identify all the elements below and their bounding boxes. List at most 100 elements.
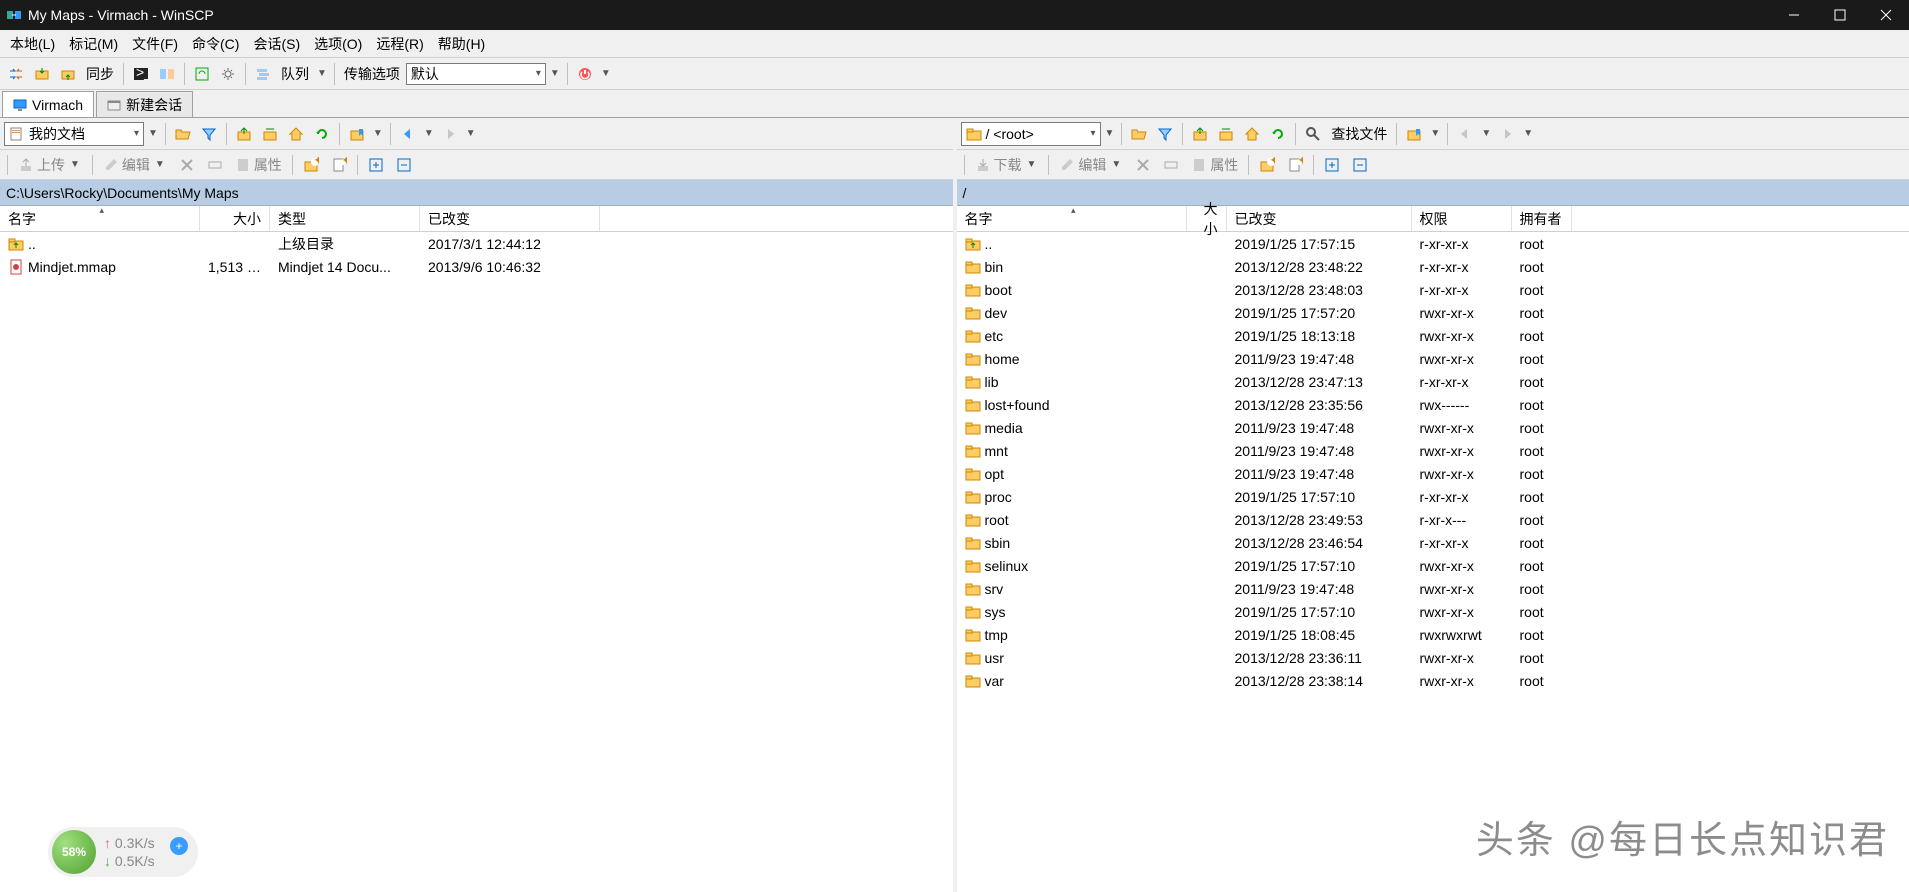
rename-icon[interactable] (1158, 153, 1184, 177)
file-row[interactable]: home2011/9/23 19:47:48rwxr-xr-xroot (957, 347, 1909, 370)
file-row[interactable]: srv2011/9/23 19:47:48rwxr-xr-xroot (957, 577, 1909, 600)
file-row[interactable]: opt2011/9/23 19:47:48rwxr-xr-xroot (957, 462, 1909, 485)
open-folder-icon[interactable] (1127, 122, 1151, 146)
home-icon[interactable] (1240, 122, 1264, 146)
file-row[interactable]: sys2019/1/25 17:57:10rwxr-xr-xroot (957, 600, 1909, 623)
parent-dir-icon[interactable] (232, 122, 256, 146)
file-row[interactable]: lost+found2013/12/28 23:35:56rwx------ro… (957, 393, 1909, 416)
menu-item[interactable]: 本地(L) (4, 32, 61, 56)
col-name[interactable]: 名字▴ (0, 206, 200, 231)
col-owner[interactable]: 拥有者 (1512, 206, 1572, 231)
rename-icon[interactable] (202, 153, 228, 177)
col-changed[interactable]: 已改变 (1227, 206, 1412, 231)
bookmark-icon[interactable] (345, 122, 369, 146)
new-file-icon[interactable]: ✦ (1282, 153, 1308, 177)
terminal-icon[interactable]: >_ (129, 62, 153, 86)
file-row[interactable]: tmp2019/1/25 18:08:45rwxrwxrwtroot (957, 623, 1909, 646)
menu-item[interactable]: 命令(C) (186, 32, 245, 56)
remote-path[interactable]: / (957, 180, 1909, 206)
menu-item[interactable]: 帮助(H) (432, 32, 491, 56)
file-row[interactable]: proc2019/1/25 17:57:10r-xr-xr-xroot (957, 485, 1909, 508)
new-folder-icon[interactable]: ✦ (1254, 153, 1280, 177)
home-icon[interactable] (284, 122, 308, 146)
remote-drive-combo[interactable]: / <root> (961, 122, 1101, 146)
root-dir-icon[interactable] (1214, 122, 1238, 146)
refresh-icon[interactable] (310, 122, 334, 146)
menu-item[interactable]: 会话(S) (247, 32, 306, 56)
col-name[interactable]: 名字▴ (957, 206, 1187, 231)
transfer-preset-combo[interactable]: 默认 (406, 63, 546, 85)
file-row[interactable]: boot2013/12/28 23:48:03r-xr-xr-xroot (957, 278, 1909, 301)
file-row[interactable]: mnt2011/9/23 19:47:48rwxr-xr-xroot (957, 439, 1909, 462)
menu-item[interactable]: 文件(F) (126, 32, 184, 56)
back-icon[interactable] (1453, 122, 1477, 146)
settings-icon[interactable] (216, 62, 240, 86)
forward-icon[interactable] (1495, 122, 1519, 146)
root-dir-icon[interactable] (258, 122, 282, 146)
sync-both-icon[interactable] (4, 62, 28, 86)
close-button[interactable] (1863, 0, 1909, 30)
col-size[interactable]: 大小 (200, 206, 270, 231)
plus-icon[interactable] (1319, 153, 1345, 177)
compare-icon[interactable] (155, 62, 179, 86)
plus-icon[interactable] (363, 153, 389, 177)
filter-icon[interactable] (1153, 122, 1177, 146)
local-drive-combo[interactable]: 我的文档 (4, 122, 144, 146)
file-row[interactable]: selinux2019/1/25 17:57:10rwxr-xr-xroot (957, 554, 1909, 577)
session-dropdown[interactable]: ▼ (599, 68, 613, 79)
queue-dropdown[interactable]: ▼ (315, 68, 329, 79)
properties-button[interactable]: 属性 (230, 153, 287, 177)
menu-item[interactable]: 选项(O) (308, 32, 368, 56)
file-row[interactable]: dev2019/1/25 17:57:20rwxr-xr-xroot (957, 301, 1909, 324)
edit-button[interactable]: 编辑▼ (98, 153, 172, 177)
delete-icon[interactable] (174, 153, 200, 177)
sync-browse-icon[interactable] (190, 62, 214, 86)
disconnect-icon[interactable] (573, 62, 597, 86)
tab-new-session[interactable]: 新建会话 (96, 91, 193, 117)
file-row[interactable]: lib2013/12/28 23:47:13r-xr-xr-xroot (957, 370, 1909, 393)
file-row[interactable]: media2011/9/23 19:47:48rwxr-xr-xroot (957, 416, 1909, 439)
parent-dir-icon[interactable] (1188, 122, 1212, 146)
sync-local-icon[interactable] (56, 62, 80, 86)
col-changed[interactable]: 已改变 (420, 206, 600, 231)
refresh-icon[interactable] (1266, 122, 1290, 146)
back-icon[interactable] (396, 122, 420, 146)
local-path[interactable]: C:\Users\Rocky\Documents\My Maps (0, 180, 953, 206)
tab-virmach[interactable]: Virmach (2, 91, 94, 117)
menu-item[interactable]: 标记(M) (63, 32, 124, 56)
new-folder-icon[interactable]: ✦ (298, 153, 324, 177)
new-file-icon[interactable]: ✦ (326, 153, 352, 177)
filter-icon[interactable] (197, 122, 221, 146)
file-row[interactable]: var2013/12/28 23:38:14rwxr-xr-xroot (957, 669, 1909, 692)
queue-icon[interactable] (251, 62, 275, 86)
file-row[interactable]: ..2019/1/25 17:57:15r-xr-xr-xroot (957, 232, 1909, 255)
file-row[interactable]: Mindjet.mmap1,513 KBMindjet 14 Docu...20… (0, 255, 953, 278)
col-type[interactable]: 类型 (270, 206, 420, 231)
maximize-button[interactable] (1817, 0, 1863, 30)
find-files-label[interactable]: 查找文件 (1327, 124, 1391, 144)
minus-icon[interactable] (1347, 153, 1373, 177)
file-row[interactable]: etc2019/1/25 18:13:18rwxr-xr-xroot (957, 324, 1909, 347)
col-size[interactable]: 大小 (1187, 206, 1227, 231)
file-row[interactable]: ..上级目录2017/3/1 12:44:12 (0, 232, 953, 255)
edit-button[interactable]: 编辑▼ (1054, 153, 1128, 177)
find-files-icon[interactable] (1301, 122, 1325, 146)
local-file-list[interactable]: ..上级目录2017/3/1 12:44:12Mindjet.mmap1,513… (0, 232, 953, 892)
delete-icon[interactable] (1130, 153, 1156, 177)
minimize-button[interactable] (1771, 0, 1817, 30)
file-row[interactable]: root2013/12/28 23:49:53r-xr-x---root (957, 508, 1909, 531)
drive-history-dropdown[interactable]: ▼ (1103, 128, 1117, 139)
properties-button[interactable]: 属性 (1186, 153, 1243, 177)
drive-history-dropdown[interactable]: ▼ (146, 128, 160, 139)
forward-icon[interactable] (438, 122, 462, 146)
download-button[interactable]: 下载▼ (970, 153, 1044, 177)
bookmark-icon[interactable] (1402, 122, 1426, 146)
col-perm[interactable]: 权限 (1412, 206, 1512, 231)
file-row[interactable]: bin2013/12/28 23:48:22r-xr-xr-xroot (957, 255, 1909, 278)
sync-remote-icon[interactable] (30, 62, 54, 86)
open-folder-icon[interactable] (171, 122, 195, 146)
remote-file-list[interactable]: ..2019/1/25 17:57:15r-xr-xr-xrootbin2013… (957, 232, 1909, 892)
minus-icon[interactable] (391, 153, 417, 177)
file-row[interactable]: sbin2013/12/28 23:46:54r-xr-xr-xroot (957, 531, 1909, 554)
transfer-dropdown[interactable]: ▼ (548, 68, 562, 79)
